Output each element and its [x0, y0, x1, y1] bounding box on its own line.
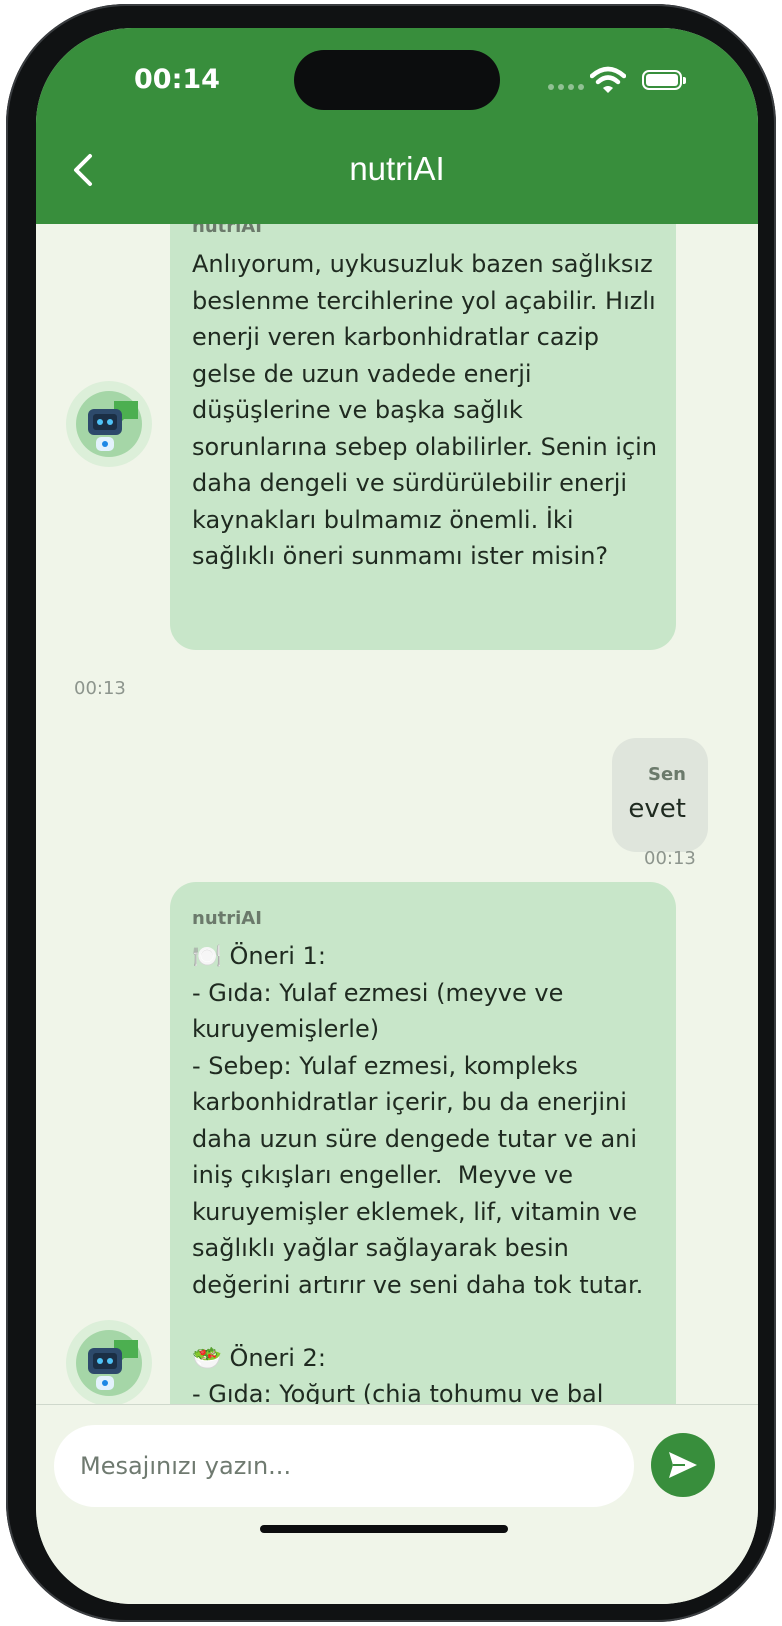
wifi-icon	[590, 66, 626, 93]
app-header: 00:14 nutriAI	[36, 28, 758, 224]
message-timestamp: 00:13	[644, 848, 696, 869]
phone-frame: 00:14 nutriAI nutriAI Anlıyorum, uykusuz…	[6, 4, 776, 1622]
app-screen: 00:14 nutriAI nutriAI Anlıyorum, uykusuz…	[36, 28, 758, 1604]
message-sender: nutriAI	[192, 908, 262, 929]
message-timestamp: 00:13	[74, 678, 126, 699]
message-text: Anlıyorum, uykusuzluk bazen sağlıksız be…	[192, 250, 665, 570]
chat-list[interactable]: nutriAI Anlıyorum, uykusuzluk bazen sağl…	[36, 224, 758, 1412]
battery-icon	[642, 70, 686, 90]
composer-bar: Mesajınızı yazın...	[36, 1404, 758, 1604]
bot-message-bubble: nutriAI Anlıyorum, uykusuzluk bazen sağl…	[170, 224, 676, 650]
message-input[interactable]: Mesajınızı yazın...	[54, 1425, 634, 1507]
robot-avatar-icon	[66, 381, 152, 467]
message-text: evet	[628, 794, 686, 824]
cellular-signal-icon	[548, 84, 584, 90]
message-sender: nutriAI	[192, 224, 262, 237]
bot-message-bubble: nutriAI 🍽️ Öneri 1: - Gıda: Yulaf ezmesi…	[170, 882, 676, 1412]
send-icon	[669, 1452, 697, 1478]
send-button[interactable]	[651, 1433, 715, 1497]
message-sender: Sen	[648, 764, 686, 785]
page-title: nutriAI	[349, 150, 445, 187]
dynamic-island	[294, 50, 500, 110]
message-text: 🍽️ Öneri 1: - Gıda: Yulaf ezmesi (meyve …	[192, 942, 644, 1408]
home-indicator	[260, 1525, 508, 1533]
user-message-bubble: Sen evet	[612, 738, 708, 852]
robot-avatar-icon	[66, 1320, 152, 1406]
status-time: 00:14	[134, 64, 220, 95]
